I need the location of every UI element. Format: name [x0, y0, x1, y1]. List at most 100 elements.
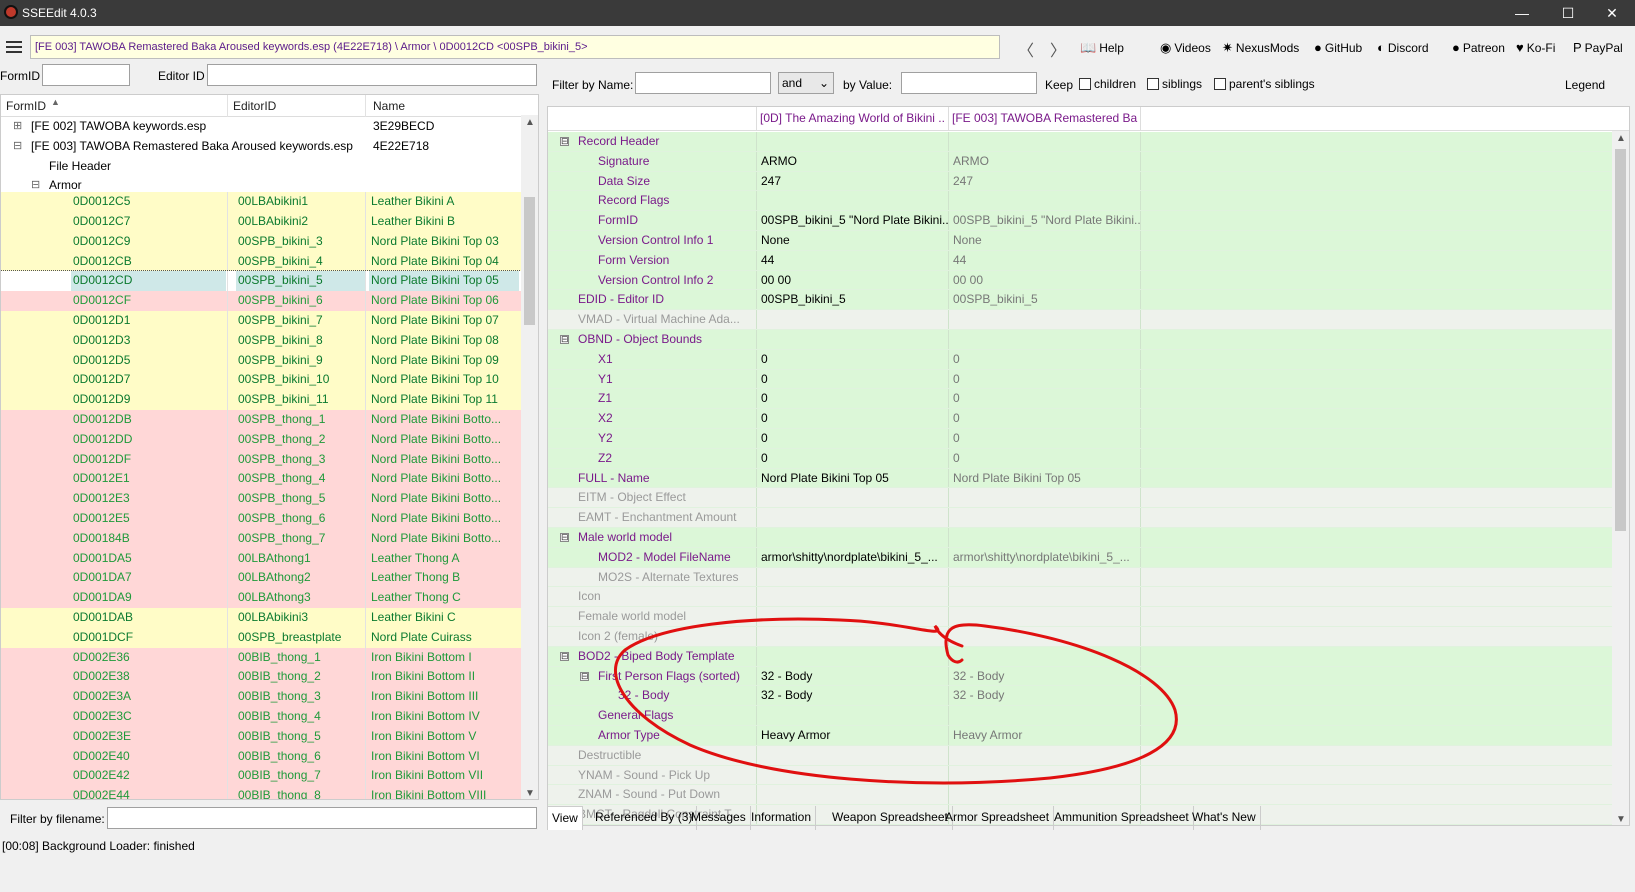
table-row[interactable]: 0D0012D7 00SPB_bikini_10 Nord Plate Bikini…	[1, 370, 523, 391]
field-value-master[interactable]: 00 00	[756, 271, 948, 290]
grid-row[interactable]: Version Control Info 1 None None	[548, 231, 1613, 251]
field-value-override[interactable]: 32 - Body	[948, 667, 1140, 686]
maximize-button[interactable]: ☐	[1545, 0, 1591, 26]
grid-row[interactable]: Y2 0 0	[548, 429, 1613, 449]
field-value-override[interactable]: 00SPB_bikini_5	[948, 290, 1140, 309]
table-row[interactable]: 0D002E42 00BIB_thong_7 Iron Bikini Bottom …	[1, 766, 523, 787]
column-editorid[interactable]: EditorID	[233, 99, 276, 113]
field-value-override[interactable]	[948, 647, 1140, 666]
parents-siblings-checkbox-box[interactable]	[1214, 78, 1226, 90]
field-value-master[interactable]: 0	[756, 370, 948, 389]
field-value-master[interactable]	[756, 488, 948, 507]
field-value-override[interactable]: 00SPB_bikini_5 "Nord Plate Bikini...	[948, 211, 1140, 230]
formid-input[interactable]	[42, 64, 130, 86]
field-value-override[interactable]	[948, 587, 1140, 606]
field-value-master[interactable]: 0	[756, 389, 948, 408]
grid-row[interactable]: Female world model	[548, 607, 1613, 627]
field-value-override[interactable]: 0	[948, 429, 1140, 448]
grid-row[interactable]: Icon 2 (female)	[548, 627, 1613, 647]
table-row[interactable]: 0D002E36 00BIB_thong_1 Iron Bikini Bottom …	[1, 647, 523, 668]
tab-information[interactable]: Information	[747, 806, 817, 830]
grid-row[interactable]: FULL - Name Nord Plate Bikini Top 05 Nord …	[548, 468, 1613, 489]
table-row[interactable]: 0D0012CF 00SPB_bikini_6 Nord Plate Bikini …	[1, 291, 523, 311]
tab-view[interactable]: View	[547, 806, 583, 830]
grid-row[interactable]: EDID - Editor ID 00SPB_bikini_5 00SPB_biki…	[548, 290, 1613, 311]
tree-node[interactable]: ⊞ [FE 002] TAWOBA keywords.esp 3E29BECD	[1, 117, 523, 137]
field-value-override[interactable]	[948, 508, 1140, 527]
field-value-override[interactable]	[948, 706, 1140, 725]
collapse-icon[interactable]: ⊟	[560, 651, 569, 661]
grid-row[interactable]: Armor Type Heavy Armor Heavy Armor	[548, 726, 1613, 746]
grid-row[interactable]: ⊟ Male world model	[548, 528, 1613, 548]
operator-select[interactable]: and ⌄	[778, 72, 834, 94]
table-row[interactable]: 0D0012E5 00SPB_thong_6 Nord Plate Bikini B…	[1, 509, 523, 529]
table-row[interactable]: 0D00184B 00SPB_thong_7 Nord Plate Bikini B…	[1, 528, 523, 549]
field-value-override[interactable]: 0	[948, 389, 1140, 408]
record-grid[interactable]: [0D] The Amazing World of Bikini ... [FE…	[547, 106, 1630, 826]
table-row[interactable]: 0D002E38 00BIB_thong_2 Iron Bikini Bottom …	[1, 667, 523, 688]
collapse-icon[interactable]: ⊟	[560, 533, 569, 542]
link-patreon[interactable]: ● Patreon	[1452, 40, 1505, 55]
table-row[interactable]: 0D001DAB 00LBAbikini3 Leather Bikini C	[1, 608, 523, 628]
table-row[interactable]: 0D0012E3 00SPB_thong_5 Nord Plate Bikini B…	[1, 489, 523, 509]
table-row[interactable]: 0D0012DD 00SPB_thong_2 Nord Plate Bikini B…	[1, 429, 523, 450]
field-value-override[interactable]: 0	[948, 370, 1140, 389]
grid-row[interactable]: Y1 0 0	[548, 369, 1613, 390]
table-row[interactable]: 0D002E3A 00BIB_thong_3 Iron Bikini Bottom …	[1, 687, 523, 707]
siblings-checkbox[interactable]: siblings	[1147, 77, 1202, 91]
table-row[interactable]: 0D0012C9 00SPB_bikini_3 Nord Plate Bikini …	[1, 231, 523, 252]
field-value-master[interactable]: Nord Plate Bikini Top 05	[756, 469, 948, 488]
grid-row[interactable]: ⊟ First Person Flags (sorted) 32 - Body 32 …	[548, 666, 1613, 687]
grid-scrollbar[interactable]: ▲ ▼	[1612, 131, 1629, 825]
field-value-master[interactable]	[756, 568, 948, 587]
table-row[interactable]: 0D0012D3 00SPB_bikini_8 Nord Plate Bikini …	[1, 330, 523, 351]
field-value-override[interactable]: 00 00	[948, 271, 1140, 290]
grid-row[interactable]: Version Control Info 2 00 00 00 00	[548, 270, 1613, 291]
table-row[interactable]: 0D0012C5 00LBAbikini1 Leather Bikini A	[1, 192, 523, 212]
field-value-override[interactable]: 44	[948, 251, 1140, 270]
tab-what-s-new[interactable]: What's New	[1188, 806, 1261, 830]
table-row[interactable]: 0D001DA9 00LBAthong3 Leather Thong C	[1, 588, 523, 608]
field-value-master[interactable]	[756, 132, 948, 151]
grid-row[interactable]: FormID 00SPB_bikini_5 "Nord Plate Bikini.…	[548, 211, 1613, 231]
column-name[interactable]: Name	[373, 99, 405, 113]
field-value-master[interactable]	[756, 706, 948, 725]
grid-row[interactable]: ZNAM - Sound - Put Down	[548, 785, 1613, 806]
field-value-override[interactable]: ARMO	[948, 152, 1140, 171]
grid-row[interactable]: MO2S - Alternate Textures	[548, 567, 1613, 588]
field-value-master[interactable]	[756, 647, 948, 666]
field-value-master[interactable]	[756, 310, 948, 329]
filter-value-input[interactable]	[901, 72, 1037, 94]
tree-scroll-thumb[interactable]	[524, 197, 535, 325]
record-tree[interactable]: FormID ▲ EditorID Name ⊞ [FE 002] TAWOBA …	[0, 94, 539, 800]
table-row[interactable]: 0D0012D9 00SPB_bikini_11 Nord Plate Bikini…	[1, 390, 523, 410]
table-row[interactable]: 0D0012C7 00LBAbikini2 Leather Bikini B	[1, 212, 523, 232]
grid-row[interactable]: EITM - Object Effect	[548, 488, 1613, 509]
field-value-master[interactable]	[756, 191, 948, 210]
link-paypal[interactable]: P PayPal	[1573, 40, 1623, 55]
field-value-master[interactable]	[756, 766, 948, 785]
tab-ammunition-spreadsheet[interactable]: Ammunition Spreadsheet	[1050, 806, 1194, 830]
field-value-master[interactable]: Heavy Armor	[756, 726, 948, 745]
field-value-master[interactable]	[756, 746, 948, 765]
field-value-master[interactable]	[756, 528, 948, 547]
field-value-master[interactable]	[756, 330, 948, 349]
tab-messages[interactable]: Messages	[687, 806, 751, 830]
grid-row[interactable]: ⊟ OBND - Object Bounds	[548, 330, 1613, 350]
field-value-master[interactable]: armor\shitty\nordplate\bikini_5_...	[756, 548, 948, 567]
filter-name-input[interactable]	[635, 72, 771, 94]
tab-weapon-spreadsheet[interactable]: Weapon Spreadsheet	[828, 806, 953, 830]
field-value-master[interactable]	[756, 587, 948, 606]
field-value-master[interactable]: 00SPB_bikini_5	[756, 290, 948, 309]
grid-row[interactable]: Signature ARMO ARMO	[548, 151, 1613, 172]
link-help[interactable]: 📖 Help	[1080, 40, 1124, 56]
children-checkbox-box[interactable]	[1079, 78, 1091, 90]
tree-expander-icon[interactable]: ⊞	[13, 117, 22, 136]
grid-scroll-thumb[interactable]	[1615, 149, 1626, 531]
field-value-override[interactable]	[948, 330, 1140, 349]
grid-row[interactable]: General Flags	[548, 706, 1613, 726]
grid-row[interactable]: Form Version 44 44	[548, 250, 1613, 271]
link-videos[interactable]: ◉ Videos	[1160, 40, 1211, 56]
field-value-master[interactable]	[756, 607, 948, 626]
record-path[interactable]: [FE 003] TAWOBA Remastered Baka Aroused …	[30, 35, 1000, 59]
